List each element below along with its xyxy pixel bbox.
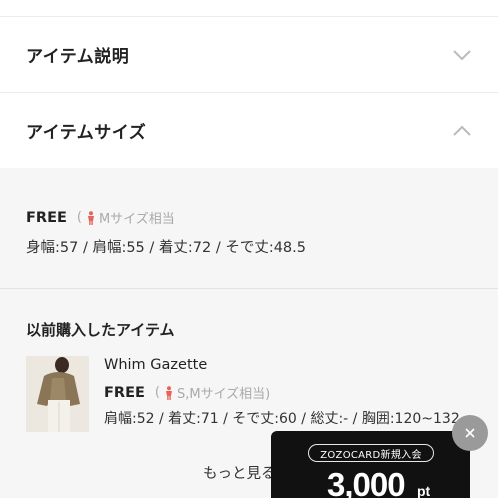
paren-open: ( — [76, 210, 82, 225]
accordion-item-size[interactable]: アイテムサイズ — [0, 93, 498, 169]
see-more-link[interactable]: もっと見る — [203, 462, 276, 483]
purchased-section-title: 以前購入したアイテム — [26, 321, 175, 339]
accordion-item-description[interactable]: アイテム説明 — [0, 17, 498, 93]
promo-amount: 3,000 — [327, 466, 406, 498]
promo-unit: pt — [417, 483, 431, 498]
purchased-item-free-label: FREE — [104, 384, 145, 401]
size-equivalent: ( Mサイズ相当 — [77, 208, 175, 227]
purchased-item-brand[interactable]: Whim Gazette — [104, 357, 207, 373]
accordion-size-label: アイテムサイズ — [26, 123, 147, 143]
close-promo-button[interactable] — [452, 415, 488, 451]
top-strip — [0, 0, 498, 17]
accordion-description-label: アイテム説明 — [26, 47, 130, 67]
purchased-item-dimensions: 肩幅:52 / 着丈:71 / そで丈:60 / 総丈:- / 胸囲:120~1… — [104, 411, 460, 427]
person-icon — [165, 385, 172, 400]
close-icon — [465, 428, 475, 438]
paren-open: ( — [154, 385, 160, 400]
purchased-item-equivalent: ( S,Mサイズ相当) — [155, 383, 270, 402]
chevron-down-icon — [453, 49, 471, 60]
size-equivalent-text: Mサイズ相当 — [98, 212, 175, 227]
size-dimensions: 身幅:57 / 肩幅:55 / 着丈:72 / そで丈:48.5 — [26, 240, 306, 256]
size-free-line: FREE ( Mサイズ相当 — [26, 208, 175, 228]
size-free-label: FREE — [26, 209, 67, 226]
zozocard-promo-banner[interactable]: ZOZOCARD新規入会 3,000 pt — [271, 431, 470, 498]
clothing-photo — [26, 356, 89, 432]
divider — [0, 288, 498, 289]
purchased-item-size-line: FREE ( S,Mサイズ相当) — [104, 383, 270, 403]
purchased-item-equivalent-text: S,Mサイズ相当) — [176, 387, 271, 402]
person-icon — [87, 210, 94, 225]
purchased-item-thumbnail[interactable] — [26, 356, 89, 432]
chevron-up-icon — [453, 125, 471, 136]
promo-badge: ZOZOCARD新規入会 — [308, 444, 434, 462]
